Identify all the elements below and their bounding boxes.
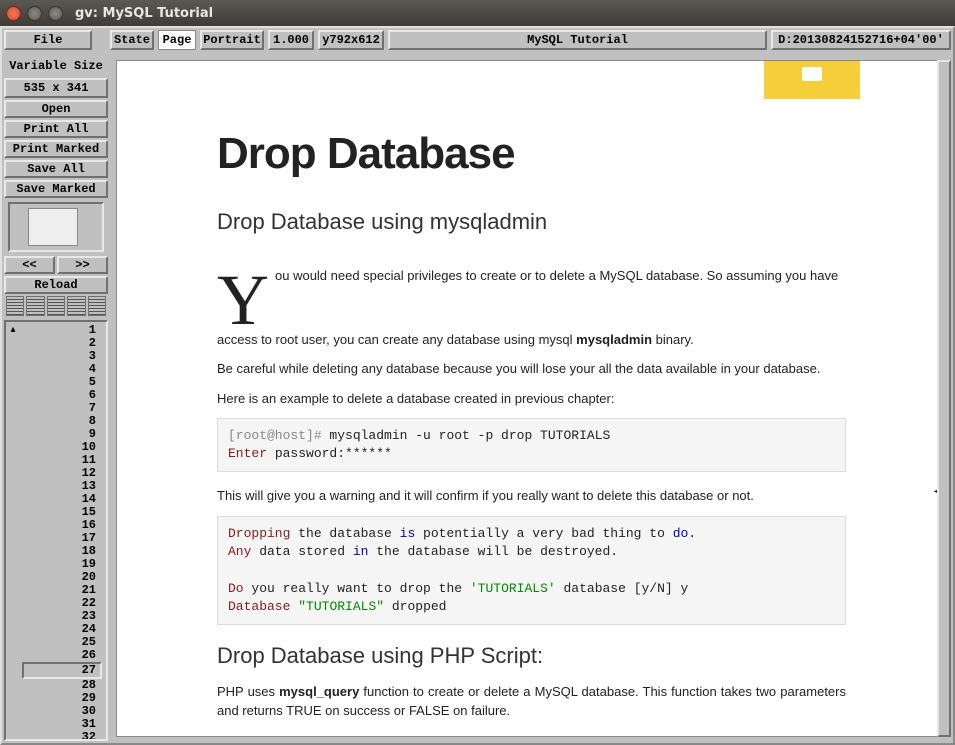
- page-list-item[interactable]: 32: [22, 731, 102, 739]
- sidebar: Variable Size 535 x 341 Open Print All P…: [2, 54, 110, 743]
- topbar: File State Page Portrait 1.000 y792x612 …: [2, 28, 953, 52]
- paragraph: PHP uses mysql_query function to create …: [217, 682, 846, 721]
- bbox-button[interactable]: y792x612: [318, 30, 384, 50]
- page-list[interactable]: ▴ 12345678910111213141516171819202122232…: [4, 320, 108, 741]
- page-menu[interactable]: Page: [158, 30, 196, 50]
- save-all-button[interactable]: Save All: [4, 160, 108, 178]
- code-block: Dropping the database is potentially a v…: [217, 516, 846, 625]
- variable-size-label: Variable Size: [4, 56, 108, 76]
- mark-strip[interactable]: [4, 296, 108, 316]
- minimize-icon[interactable]: [27, 6, 42, 21]
- file-menu[interactable]: File: [4, 30, 92, 50]
- code-block: [root@host]# mysqladmin -u root -p drop …: [217, 418, 846, 472]
- doc-date-field[interactable]: D:20130824152716+04'00': [771, 30, 951, 50]
- window-title: gv: MySQL Tutorial: [75, 6, 213, 21]
- document-page: Drop Database Drop Database using mysqla…: [116, 60, 947, 737]
- paragraph: access to root user, you can create any …: [217, 330, 846, 350]
- prev-page-button[interactable]: <<: [4, 256, 55, 274]
- doc-title-field[interactable]: MySQL Tutorial: [388, 30, 767, 50]
- syntax-heading: Syntax:: [217, 731, 846, 737]
- scale-button[interactable]: 1.000: [268, 30, 314, 50]
- paragraph: This will give you a warning and it will…: [217, 486, 846, 506]
- page-badge-icon: [764, 61, 860, 99]
- chapter-subtitle: Drop Database using mysqladmin: [217, 205, 846, 238]
- dimensions-display: 535 x 341: [4, 78, 108, 98]
- paragraph: Here is an example to delete a database …: [217, 389, 846, 409]
- reload-button[interactable]: Reload: [4, 276, 108, 294]
- titlebar: gv: MySQL Tutorial: [0, 0, 955, 26]
- paragraph: Be careful while deleting any database b…: [217, 359, 846, 379]
- print-all-button[interactable]: Print All: [4, 120, 108, 138]
- page-list-item[interactable]: 26: [22, 649, 102, 662]
- section-heading: Drop Database using PHP Script:: [217, 639, 846, 672]
- next-page-button[interactable]: >>: [57, 256, 108, 274]
- thumbnail-preview[interactable]: [8, 202, 104, 252]
- open-button[interactable]: Open: [4, 100, 108, 118]
- maximize-icon[interactable]: [48, 6, 63, 21]
- print-marked-button[interactable]: Print Marked: [4, 140, 108, 158]
- chapter-title: Drop Database: [217, 121, 846, 187]
- vertical-scrollbar[interactable]: [937, 60, 951, 737]
- page-list-item[interactable]: 27: [22, 662, 102, 679]
- paragraph: ou would need special privileges to crea…: [217, 266, 846, 286]
- orientation-button[interactable]: Portrait: [200, 30, 264, 50]
- scroll-up-icon[interactable]: ▴: [6, 322, 20, 739]
- close-icon[interactable]: [6, 6, 21, 21]
- app-frame: File State Page Portrait 1.000 y792x612 …: [0, 26, 955, 745]
- dropcap: Y: [217, 272, 269, 330]
- save-marked-button[interactable]: Save Marked: [4, 180, 108, 198]
- viewport[interactable]: Drop Database Drop Database using mysqla…: [110, 54, 953, 743]
- state-menu[interactable]: State: [110, 30, 154, 50]
